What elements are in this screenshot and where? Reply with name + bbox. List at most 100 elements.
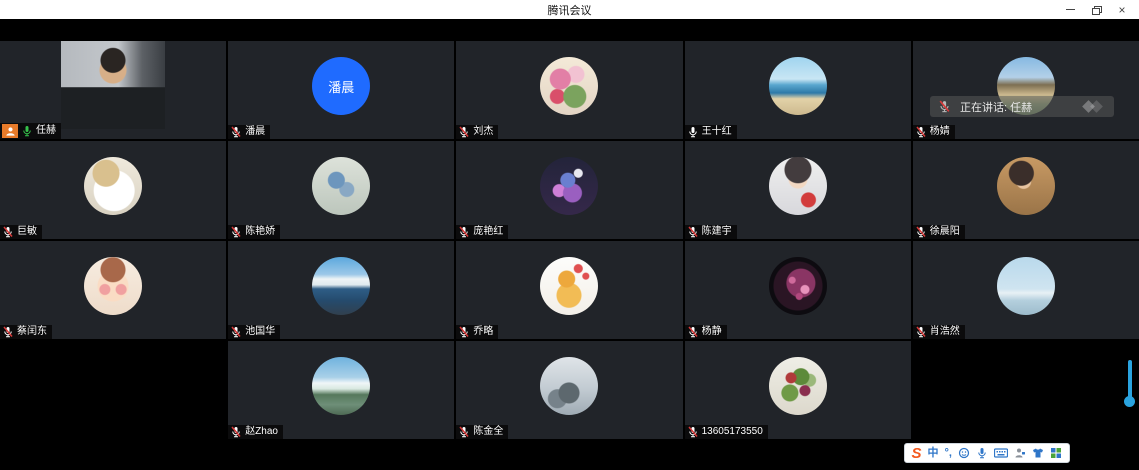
muted-mic-icon	[458, 426, 470, 438]
participant-name: 陈建宇	[702, 226, 732, 238]
participant-tile-赵Zhao[interactable]: 赵Zhao	[228, 341, 454, 439]
participant-tile-刘杰[interactable]: 刘杰	[456, 41, 682, 139]
participant-name: 刘杰	[473, 126, 493, 138]
participant-label: 池国华	[228, 325, 280, 339]
muted-mic-icon	[915, 126, 927, 138]
participant-label: 刘杰	[456, 125, 498, 139]
scrollbar-thumb[interactable]	[1124, 396, 1135, 407]
participant-tile-池国华[interactable]: 池国华	[228, 241, 454, 339]
sogou-logo[interactable]: S	[912, 446, 922, 461]
avatar	[540, 157, 598, 215]
participant-label: 陈建宇	[685, 225, 737, 239]
muted-mic-icon	[230, 426, 242, 438]
participant-label: 巨敏	[0, 225, 42, 239]
muted-mic-icon	[687, 426, 699, 438]
avatar	[540, 357, 598, 415]
avatar	[312, 357, 370, 415]
avatar	[312, 257, 370, 315]
participant-tile-王十红[interactable]: 王十红	[685, 41, 911, 139]
participant-name: 池国华	[245, 326, 275, 338]
participant-label: 肖浩然	[913, 325, 965, 339]
participant-name: 庞艳红	[473, 226, 503, 238]
participant-tile-任赫[interactable]: 任赫	[0, 41, 226, 139]
participant-name: 肖浩然	[930, 326, 960, 338]
keyboard-icon[interactable]	[994, 447, 1008, 459]
participant-name: 13605173550	[702, 426, 763, 438]
avatar	[997, 257, 1055, 315]
participant-tile-徐晨阳[interactable]: 徐晨阳	[913, 141, 1139, 239]
participant-name: 赵Zhao	[245, 426, 278, 438]
participant-tile-肖浩然[interactable]: 肖浩然	[913, 241, 1139, 339]
participant-tile-陈金全[interactable]: 陈金全	[456, 341, 682, 439]
voice-input-icon[interactable]	[976, 447, 988, 459]
handwriting-icon[interactable]	[1014, 447, 1026, 459]
minimize-icon	[1066, 9, 1075, 10]
emoji-icon[interactable]	[958, 447, 970, 459]
participant-name: 蔡闰东	[17, 326, 47, 338]
participant-name: 潘晨	[245, 126, 265, 138]
restore-button[interactable]	[1083, 0, 1109, 19]
toolbox-icon[interactable]	[1050, 447, 1062, 459]
tencent-meeting-window: 腾讯会议 × 任赫潘晨潘晨刘杰王十红杨婧巨敏陈艳娇庞艳红陈建宇徐晨阳蔡闰东池国华…	[0, 0, 1139, 470]
participant-label: 乔略	[456, 325, 498, 339]
ime-toolbar[interactable]: S中 °,	[904, 443, 1070, 463]
close-button[interactable]: ×	[1109, 0, 1135, 19]
muted-mic-icon	[458, 126, 470, 138]
muted-mic-icon	[687, 226, 699, 238]
participant-tile-乔略[interactable]: 乔略	[456, 241, 682, 339]
title-bar[interactable]: 腾讯会议 ×	[0, 0, 1139, 19]
muted-mic-icon	[938, 100, 951, 113]
empty-tile	[0, 341, 226, 439]
participant-name: 任赫	[36, 125, 56, 137]
participant-name: 乔略	[473, 326, 493, 338]
participant-name: 杨静	[702, 326, 722, 338]
participant-tile-蔡闰东[interactable]: 蔡闰东	[0, 241, 226, 339]
muted-mic-icon	[2, 226, 14, 238]
muted-mic-icon	[915, 226, 927, 238]
window-title: 腾讯会议	[548, 2, 592, 18]
avatar: 潘晨	[312, 57, 370, 115]
minimize-button[interactable]	[1057, 0, 1083, 19]
participant-label: 王十红	[685, 125, 737, 139]
muted-mic-icon	[458, 326, 470, 338]
avatar	[769, 57, 827, 115]
muted-mic-icon	[458, 226, 470, 238]
participant-label: 杨静	[685, 325, 727, 339]
participant-label: 徐晨阳	[913, 225, 965, 239]
empty-tile	[913, 341, 1139, 439]
participant-label: 陈金全	[456, 425, 508, 439]
participant-label: 杨婧	[913, 125, 955, 139]
participant-tile-杨婧[interactable]: 杨婧	[913, 41, 1139, 139]
participant-name: 陈艳娇	[245, 226, 275, 238]
restore-icon	[1092, 6, 1100, 13]
punctuation-icon[interactable]: °,	[945, 448, 952, 459]
participant-name: 陈金全	[473, 426, 503, 438]
avatar	[312, 157, 370, 215]
participant-tile-潘晨[interactable]: 潘晨潘晨	[228, 41, 454, 139]
chinese-mode-icon[interactable]: 中	[928, 448, 939, 459]
participant-tile-陈建宇[interactable]: 陈建宇	[685, 141, 911, 239]
participant-name: 巨敏	[17, 226, 37, 238]
speaking-banner-text: 正在讲话: 任赫	[960, 99, 1032, 115]
speaking-banner[interactable]: 正在讲话: 任赫	[930, 96, 1114, 117]
participant-label: 陈艳娇	[228, 225, 280, 239]
muted-mic-icon	[230, 226, 242, 238]
avatar	[997, 157, 1055, 215]
avatar	[769, 357, 827, 415]
avatar	[84, 257, 142, 315]
host-badge-icon	[2, 124, 18, 138]
participant-tile-杨静[interactable]: 杨静	[685, 241, 911, 339]
muted-mic-icon	[230, 126, 242, 138]
participant-tile-陈艳娇[interactable]: 陈艳娇	[228, 141, 454, 239]
participant-name: 徐晨阳	[930, 226, 960, 238]
participant-label: 任赫	[0, 123, 61, 139]
mic-icon	[21, 125, 33, 137]
participant-tile-13605173550[interactable]: 13605173550	[685, 341, 911, 439]
participant-label: 13605173550	[685, 425, 768, 439]
muted-mic-icon	[2, 326, 14, 338]
video-feed	[61, 41, 165, 129]
skin-icon[interactable]	[1032, 447, 1044, 459]
participant-tile-巨敏[interactable]: 巨敏	[0, 141, 226, 239]
avatar	[540, 57, 598, 115]
participant-tile-庞艳红[interactable]: 庞艳红	[456, 141, 682, 239]
